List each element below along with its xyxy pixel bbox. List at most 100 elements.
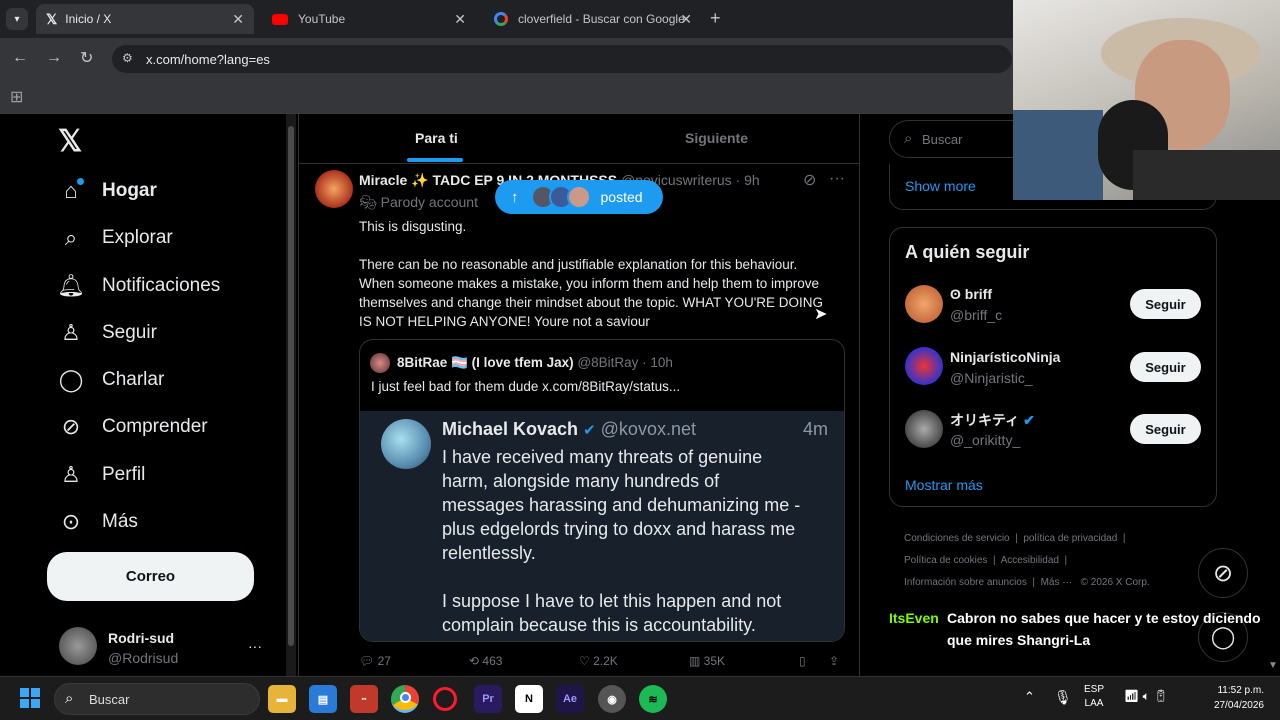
grok-icon[interactable]: ⊘ — [1198, 548, 1248, 598]
post-button[interactable]: Correo — [47, 552, 254, 601]
like-button[interactable]: ♡ 2.2K — [579, 654, 618, 668]
footer-link[interactable]: Más ··· — [1041, 577, 1073, 588]
clock[interactable]: 11:52 p.m. 27/04/2026 — [1198, 683, 1264, 713]
follow-button[interactable]: Seguir — [1130, 414, 1201, 444]
footer-link[interactable]: Condiciones de servicio — [904, 533, 1010, 544]
tab-title: Inicio / X — [65, 12, 112, 26]
spotify-icon[interactable]: ≋ — [639, 685, 667, 713]
notion-icon[interactable]: N — [515, 685, 543, 713]
new-posts-pill[interactable]: ↑ posted — [495, 180, 663, 214]
show-more-link[interactable]: Mostrar más — [905, 477, 983, 493]
grok-icon: ⊘ — [61, 414, 81, 439]
opera-icon[interactable] — [433, 687, 457, 711]
post-time[interactable]: · 9h — [736, 172, 760, 188]
chat-icon: ◯ — [58, 367, 84, 392]
avatar — [381, 419, 431, 469]
footer-link[interactable]: Política de cookies — [904, 555, 987, 566]
close-tab-icon[interactable]: ✕ — [454, 11, 466, 28]
sidebar-item-label: Charlar — [102, 369, 165, 390]
tab-youtube[interactable]: YouTube ✕ — [262, 4, 476, 34]
quoted-post[interactable]: 8BitRae 🏳️‍⚧️ (I love tfem Jax) @8BitRay… — [359, 339, 845, 642]
avatar[interactable] — [905, 410, 943, 448]
embedded-header: Michael Kovach ✔ @kovox.net — [442, 419, 696, 439]
embedded-time: 4m — [802, 419, 828, 439]
tab-for-you[interactable]: Para ti — [415, 130, 458, 146]
footer-link[interactable]: Accesibilidad — [1001, 555, 1059, 566]
sidebar-item-profile[interactable]: ♙ Perfil — [58, 462, 145, 488]
add-person-icon: ♙ — [61, 320, 81, 345]
tab-google[interactable]: cloverfield - Buscar con Google ✕ — [484, 4, 702, 34]
post-actions: 💬︎ 27 ⟲ 463 ♡ 2.2K ▥ 35K ▯ ⇪ — [359, 654, 849, 674]
premiere-icon[interactable]: Pr — [474, 685, 502, 713]
user-name[interactable]: ʘ briff — [950, 286, 992, 302]
sidebar-item-home[interactable]: ⌂ Hogar — [58, 178, 157, 204]
user-name[interactable]: オリキティ ✔ — [950, 410, 1035, 430]
windows-start-icon[interactable] — [20, 688, 40, 708]
show-more-link[interactable]: Show more — [905, 178, 976, 194]
store-icon[interactable]: ▤ — [309, 685, 337, 713]
language-indicator[interactable]: ESP LAA — [1084, 683, 1104, 711]
more-icon[interactable]: ··· — [248, 638, 262, 654]
voice-app-icon[interactable]: ▪▪ — [350, 685, 378, 713]
x-logo-icon[interactable]: 𝕏 — [58, 124, 82, 159]
avatar[interactable] — [905, 347, 943, 385]
arrow-up-icon: ↑ — [511, 188, 519, 206]
user-name[interactable]: NinjarísticoNinja — [950, 349, 1060, 365]
apps-grid-icon[interactable]: ⊞ — [10, 87, 23, 107]
chrome-icon[interactable] — [391, 685, 419, 713]
repost-button[interactable]: ⟲ 463 — [469, 654, 502, 668]
site-settings-icon[interactable]: ⚙ — [122, 51, 133, 65]
close-tab-icon[interactable]: ✕ — [232, 11, 244, 28]
sidebar-item-grok[interactable]: ⊘ Comprender — [58, 414, 208, 440]
bookmark-icon[interactable]: ▯ — [799, 654, 806, 668]
sidebar-item-more[interactable]: ⊙ Más — [58, 509, 138, 535]
sidebar-item-explore[interactable]: ⌕ Explorar — [58, 225, 173, 251]
follow-button[interactable]: Seguir — [1130, 289, 1201, 319]
follow-button[interactable]: Seguir — [1130, 352, 1201, 382]
file-explorer-icon[interactable]: ▬ — [268, 685, 296, 713]
obs-icon[interactable]: ◉ — [598, 685, 626, 713]
tab-title: YouTube — [298, 12, 346, 26]
new-tab-button[interactable]: + — [710, 8, 721, 29]
sidebar-item-chat[interactable]: ◯ Charlar — [58, 367, 165, 393]
reply-button[interactable]: 💬︎ 27 — [359, 654, 391, 668]
youtube-icon — [272, 13, 288, 25]
after-effects-icon[interactable]: Ae — [556, 685, 584, 713]
account-switcher[interactable]: Rodri-sud @Rodrisud ··· — [48, 620, 278, 668]
chevron-up-icon[interactable]: ⌃ — [1024, 689, 1035, 705]
forward-arrow-icon[interactable]: → — [46, 49, 62, 67]
footer-link[interactable]: política de privacidad — [1023, 533, 1117, 544]
sidebar-item-label: Comprender — [102, 416, 208, 437]
network-volume-battery-icons[interactable]: 📶︎ 🔈︎ 🔋︎ — [1124, 689, 1168, 704]
tab-x-home[interactable]: 𝕏 Inicio / X ✕ — [36, 4, 254, 34]
microphone-icon[interactable]: 🎙︎ — [1054, 689, 1072, 706]
bell-icon: 🔔︎ — [57, 273, 85, 298]
webcam-overlay — [1013, 0, 1280, 200]
home-icon: ⌂ — [58, 178, 84, 204]
sidebar-item-follow[interactable]: ♙ Seguir — [58, 320, 157, 346]
scroll-down-arrow-icon[interactable]: ▼ — [1268, 660, 1278, 671]
taskbar-search[interactable]: ⌕ Buscar — [54, 683, 260, 715]
grok-icon[interactable]: ⊘ — [803, 170, 816, 190]
views-button[interactable]: ▥ 35K — [689, 654, 725, 668]
scrollbar[interactable] — [286, 114, 296, 676]
close-tab-icon[interactable]: ✕ — [680, 11, 692, 28]
windows-taskbar: ⌕ Buscar ▬ ▤ ▪▪ Pr N Ae ◉ ≋ ⌃ 🎙︎ ESP LAA … — [0, 676, 1280, 720]
more-icon[interactable]: ··· — [829, 170, 845, 188]
reload-icon[interactable]: ↻ — [80, 48, 93, 68]
user-handle: @_orikitty_ — [950, 432, 1021, 448]
sidebar-item-notifications[interactable]: 🔔︎ Notificaciones — [57, 273, 220, 299]
footer-link[interactable]: Información sobre anuncios — [904, 577, 1027, 588]
tab-following[interactable]: Siguiente — [685, 130, 748, 146]
avatar — [59, 627, 97, 665]
post-text: This is disgusting. There can be no reas… — [359, 219, 824, 329]
avatar[interactable] — [315, 170, 353, 208]
address-bar[interactable]: ⚙ x.com/home?lang=es — [112, 45, 1012, 73]
avatar[interactable] — [905, 285, 943, 323]
footer-links: Condiciones de servicio | política de pr… — [904, 533, 1150, 588]
back-arrow-icon[interactable]: ← — [12, 49, 28, 67]
share-icon[interactable]: ⇪ — [829, 654, 839, 668]
shirt — [1133, 150, 1280, 200]
tab-list-chevron-icon[interactable]: ▾ — [6, 8, 28, 30]
home-timeline: Para ti Siguiente Miracle ✨ TADC EP 9 IN… — [298, 114, 860, 676]
